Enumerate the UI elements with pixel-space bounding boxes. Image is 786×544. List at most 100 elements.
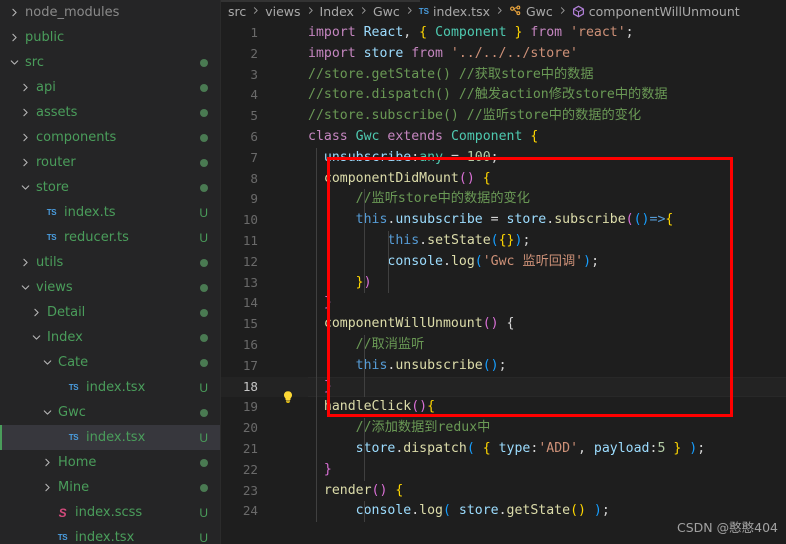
breadcrumb-item-views[interactable]: views [265,4,300,19]
chevron-right-icon[interactable] [8,6,21,19]
tree-item-label: index.tsx [86,380,146,395]
breadcrumb-item-Index[interactable]: Index [320,4,354,19]
code-line[interactable]: 21 store.dispatch( { type:'ADD', payload… [220,439,786,460]
code-line[interactable]: 1 import React, { Component } from 'react… [220,23,786,44]
code-line[interactable]: 14 } [220,293,786,314]
code-token: ; [522,232,531,248]
chevron-right-icon[interactable] [19,81,32,94]
tree-folder-Mine[interactable]: Mine [0,475,220,500]
code-line[interactable]: 9 //监听store中的数据的变化 [220,189,786,210]
tree-folder-views[interactable]: views [0,275,220,300]
tree-item-label: store [36,180,69,195]
tree-folder-node_modules[interactable]: node_modules [0,0,220,25]
tree-folder-Gwc[interactable]: Gwc [0,400,220,425]
chevron-down-icon[interactable] [30,331,43,344]
code-line[interactable]: 5 //store.subscribe() //监听store中的数据的变化 [220,106,786,127]
line-number: 6 [250,128,258,144]
code-line[interactable]: 11 this.setState({}); [220,231,786,252]
code-line[interactable]: 12 console.log('Gwc 监听回调'); [220,252,786,273]
chevron-right-icon[interactable] [30,306,43,319]
code-token: ( [490,232,499,248]
chevron-right-icon[interactable] [41,481,54,494]
code-line[interactable]: 6 class Gwc extends Component { [220,127,786,148]
breadcrumb-item-src[interactable]: src [228,4,246,19]
code-line[interactable]: 20 //添加数据到redux中 [220,418,786,439]
chevron-down-icon[interactable] [41,406,54,419]
folder-status-dot [200,158,208,167]
folder-status-dot [200,408,208,417]
chevron-right-icon [497,7,502,14]
code-token: () [482,316,499,332]
tree-file-index-tsx[interactable]: TS index.tsx U [0,425,220,450]
tab-strip-indicator [220,0,420,2]
code-editor[interactable]: 1 import React, { Component } from 'react… [220,23,786,544]
tree-folder-utils[interactable]: utils [0,250,220,275]
file-explorer-sidebar[interactable]: node_modules public src api assets components… [0,0,220,544]
breadcrumb-item-index.tsx[interactable]: TS index.tsx [419,4,490,19]
tree-folder-src[interactable]: src [0,50,220,75]
code-token: () [458,170,475,186]
breadcrumb[interactable]: src views Index Gwc TS index.tsx Gwc componentW… [220,0,786,23]
code-token: this [355,212,388,228]
code-token: { [419,25,436,40]
code-line[interactable]: 23 render() { [220,481,786,502]
tree-folder-api[interactable]: api [0,75,220,100]
chevron-down-icon[interactable] [8,56,21,69]
code-line[interactable]: 18 } [220,376,786,403]
ts-file-icon: TS [418,7,429,16]
chevron-right-icon[interactable] [41,456,54,469]
code-line[interactable]: 10 this.unsubscribe = store.subscribe(()… [220,210,786,231]
breadcrumb-item-Gwc[interactable]: Gwc [509,4,553,19]
code-line[interactable]: 2 import store from '../../../store' [220,44,786,65]
folder-status-dot [200,308,208,317]
tree-file-index-tsx[interactable]: TS index.tsx U [0,375,220,400]
tree-folder-Detail[interactable]: Detail [0,300,220,325]
code-line[interactable]: 15 componentWillUnmount() { [220,314,786,335]
tree-folder-Cate[interactable]: Cate [0,350,220,375]
code-line[interactable]: 13 }) [220,273,786,294]
line-number: 22 [242,461,258,477]
tree-folder-assets[interactable]: assets [0,100,220,125]
chevron-right-icon[interactable] [19,106,32,119]
chevron-down-icon[interactable] [19,281,32,294]
code-line-text: import React, { Component } from 'react'… [308,23,786,44]
breadcrumb-item-componentWillUnmount[interactable]: componentWillUnmount [572,4,740,19]
tree-folder-components[interactable]: components [0,125,220,150]
tree-file-reducer-ts[interactable]: TS reducer.ts U [0,225,220,250]
chevron-down-icon[interactable] [19,181,32,194]
chevron-down-icon[interactable] [41,356,54,369]
chevron-right-icon[interactable] [19,131,32,144]
chevron-right-icon[interactable] [19,256,32,269]
code-line[interactable]: 4 //store.dispatch() //触发action修改store中的数… [220,85,786,106]
tree-folder-Index[interactable]: Index [0,325,220,350]
chevron-right-icon[interactable] [8,31,21,44]
code-line[interactable]: 7 unsubscribe:any = 100; [220,148,786,169]
tree-folder-store[interactable]: store [0,175,220,200]
breadcrumb-label: Index [319,4,354,19]
tree-file-index-tsx[interactable]: TS index.tsx U [0,525,220,544]
code-line[interactable]: 19 handleClick(){ [220,397,786,418]
code-token: type [498,440,531,456]
code-line[interactable]: 8 componentDidMount() { [220,169,786,190]
code-line[interactable]: 3 //store.getState() //获取store中的数据 [220,65,786,86]
chevron-right-icon[interactable] [19,156,32,169]
code-line[interactable]: 22 } [220,460,786,481]
tree-item-label: router [36,155,76,170]
code-token: = [443,149,467,165]
tree-file-index-scss[interactable]: Sindex.scss U [0,500,220,525]
tree-folder-public[interactable]: public [0,25,220,50]
tree-file-index-ts[interactable]: TS index.ts U [0,200,220,225]
code-token: unsubscribe [395,357,483,373]
code-line[interactable]: 16 //取消监听 [220,335,786,356]
breadcrumb-item-Gwc[interactable]: Gwc [373,4,400,19]
breadcrumb-separator-icon [251,5,260,18]
code-line-text: render() { [308,481,786,502]
tree-folder-router[interactable]: router [0,150,220,175]
folder-status-dot [200,458,208,467]
code-token: () [371,482,388,498]
code-line[interactable]: 17 this.unsubscribe(); [220,356,786,377]
line-number: 16 [242,336,258,352]
tree-folder-Home[interactable]: Home [0,450,220,475]
code-token: getState [506,503,571,519]
